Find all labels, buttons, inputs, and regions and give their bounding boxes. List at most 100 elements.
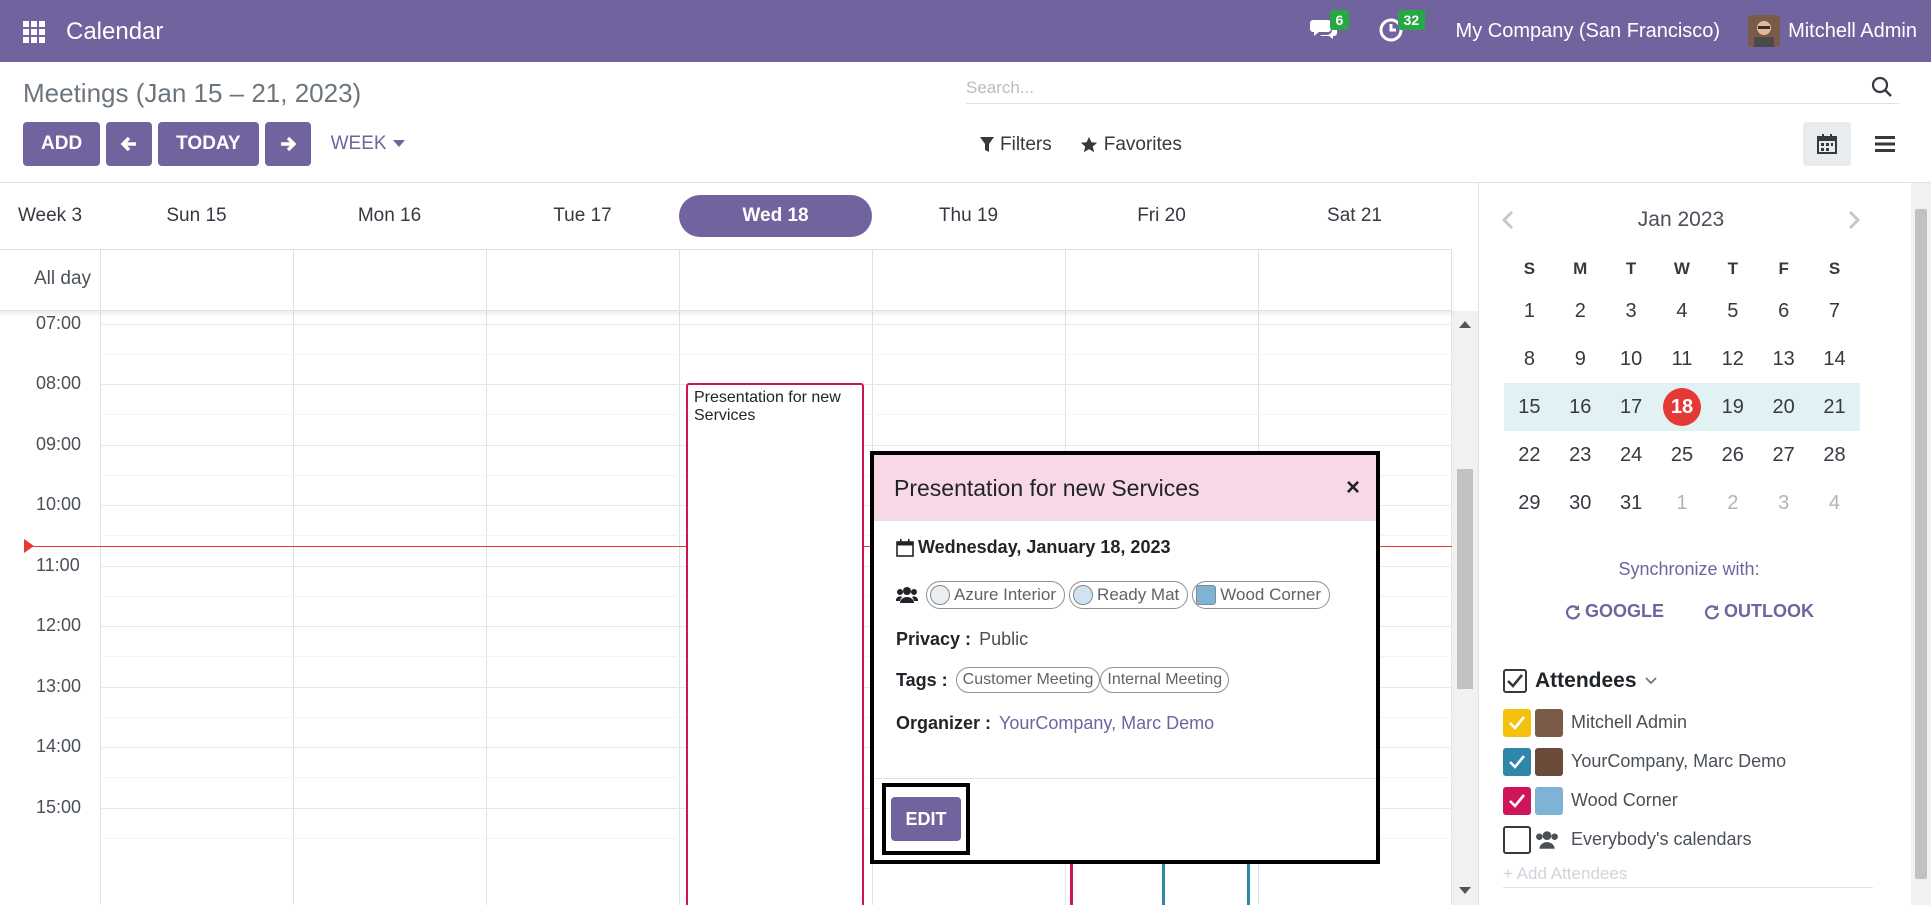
attendee-chip[interactable]: Azure Interior (926, 581, 1066, 609)
search-input[interactable] (966, 74, 1846, 102)
mini-calendar-day[interactable]: 14 (1809, 348, 1860, 371)
chevron-left-icon[interactable] (1501, 210, 1515, 230)
day-header-1: Mon 16 (357, 205, 422, 226)
mini-calendar-day[interactable]: 8 (1504, 348, 1555, 371)
mini-calendar-title: Jan 2023 (1637, 208, 1725, 231)
attendees-master-checkbox[interactable] (1503, 669, 1527, 693)
avatar (930, 585, 950, 605)
tag-chip[interactable]: Customer Meeting (955, 667, 1101, 693)
mini-calendar-day[interactable]: 25 (1657, 444, 1708, 467)
mini-calendar-day[interactable]: 18 (1657, 388, 1708, 426)
all-day-row[interactable]: All day (0, 249, 1452, 312)
weekday-label: S (1828, 259, 1841, 278)
mini-calendar-day[interactable]: 12 (1707, 348, 1758, 371)
mini-calendar-day[interactable]: 21 (1809, 396, 1860, 419)
filters-button[interactable]: Filters (980, 134, 1052, 156)
column-divider (679, 250, 680, 312)
attendee-filter-item[interactable]: Wood Corner (1503, 781, 1786, 820)
apps-grid-icon[interactable] (22, 20, 46, 44)
user-menu[interactable]: Mitchell Admin (1788, 20, 1917, 43)
mini-calendar-day[interactable]: 22 (1504, 444, 1555, 467)
mini-calendar-day[interactable]: 3 (1758, 492, 1809, 515)
caret-down-icon (392, 140, 405, 148)
mini-calendar-day[interactable]: 17 (1606, 396, 1657, 419)
calendar-view-button[interactable] (1803, 122, 1851, 166)
mini-calendar-day[interactable]: 24 (1606, 444, 1657, 467)
sidebar-scroll-thumb[interactable] (1915, 209, 1927, 879)
attendee-checkbox[interactable] (1503, 708, 1531, 737)
mini-calendar-day[interactable]: 31 (1606, 492, 1657, 515)
attendee-filter-item[interactable]: YourCompany, Marc Demo (1503, 742, 1786, 781)
attendee-checkbox[interactable] (1503, 747, 1531, 776)
mini-calendar-day[interactable]: 6 (1758, 300, 1809, 323)
today-button[interactable]: TODAY (158, 122, 259, 166)
scroll-thumb[interactable] (1457, 469, 1473, 689)
mini-calendar-day[interactable]: 2 (1555, 300, 1606, 323)
mini-calendar-day[interactable]: 7 (1809, 300, 1860, 323)
scroll-up-arrow-icon[interactable] (1459, 321, 1471, 328)
mini-calendar-day[interactable]: 9 (1555, 348, 1606, 371)
mini-calendar-day[interactable]: 30 (1555, 492, 1606, 515)
tags-label: Tags : (896, 669, 948, 690)
attendee-checkbox[interactable] (1503, 786, 1531, 815)
user-avatar[interactable] (1748, 15, 1781, 47)
mini-calendar-day[interactable]: 11 (1657, 348, 1708, 371)
previous-button[interactable] (106, 122, 153, 166)
attendee-filter-item[interactable]: Everybody's calendars (1503, 820, 1786, 859)
attendee-filter-item[interactable]: Mitchell Admin (1503, 703, 1786, 742)
mini-calendar-day[interactable]: 27 (1758, 444, 1809, 467)
next-button[interactable] (264, 122, 311, 166)
mini-calendar-day[interactable]: 29 (1504, 492, 1555, 515)
mini-calendar-day[interactable]: 4 (1809, 492, 1860, 515)
event-presentation[interactable]: Presentation for new Services (686, 383, 864, 905)
mini-calendar-day[interactable]: 26 (1707, 444, 1758, 467)
mini-calendar-day[interactable]: 19 (1707, 396, 1758, 419)
mini-calendar-day[interactable]: 13 (1758, 348, 1809, 371)
add-attendees-input[interactable]: + Add Attendees (1503, 864, 1873, 888)
mini-calendar-day[interactable]: 1 (1657, 492, 1708, 515)
mini-calendar-day[interactable]: 3 (1606, 300, 1657, 323)
list-view-button[interactable] (1861, 122, 1909, 166)
activities-button[interactable]: 32 (1378, 10, 1426, 46)
mini-calendar-day[interactable]: 28 (1809, 444, 1860, 467)
chevron-down-icon[interactable] (1644, 677, 1657, 685)
mini-calendar-day[interactable]: 1 (1504, 300, 1555, 323)
all-day-label: All day (34, 268, 92, 289)
tag-chip[interactable]: Internal Meeting (1100, 667, 1230, 693)
search-icon[interactable] (1871, 76, 1893, 98)
mini-calendar-day[interactable]: 10 (1606, 348, 1657, 371)
calendar-scrollbar[interactable] (1452, 311, 1478, 905)
hour-label: 15:00 (36, 796, 82, 817)
attendee-chip[interactable]: Wood Corner (1192, 581, 1331, 609)
favorites-button[interactable]: Favorites (1080, 134, 1182, 156)
mini-calendar-day[interactable]: 23 (1555, 444, 1606, 467)
add-button[interactable]: ADD (23, 122, 101, 166)
attendee-filter-name: YourCompany, Marc Demo (1571, 751, 1787, 771)
organizer-link[interactable]: YourCompany, Marc Demo (999, 713, 1214, 734)
attendee-chip[interactable]: Ready Mat (1069, 581, 1189, 609)
close-icon[interactable]: × (1346, 476, 1360, 500)
hour-line (100, 323, 1452, 325)
scroll-down-arrow-icon[interactable] (1459, 887, 1471, 894)
mini-calendar-day[interactable]: 5 (1707, 300, 1758, 323)
scale-dropdown[interactable]: WEEK (331, 133, 405, 155)
event-date-row: Wednesday, January 18, 2023 (896, 537, 1170, 558)
attendee-checkbox[interactable] (1503, 825, 1531, 854)
sidebar-scrollbar[interactable] (1911, 183, 1931, 905)
messages-button[interactable]: 6 (1309, 10, 1350, 46)
mini-calendar-day[interactable]: 16 (1555, 396, 1606, 419)
mini-calendar-day[interactable]: 15 (1504, 396, 1555, 419)
outlook-sync-button[interactable]: OUTLOOK (1704, 601, 1814, 622)
company-switcher[interactable]: My Company (San Francisco) (1456, 20, 1721, 43)
attendees-filter-header[interactable]: Attendees (1503, 669, 1657, 693)
chevron-right-icon[interactable] (1847, 210, 1861, 230)
edit-button[interactable]: EDIT (891, 797, 961, 841)
mini-calendar-day[interactable]: 20 (1758, 396, 1809, 419)
weekday-header-row: SMTWTFS (1504, 251, 1860, 287)
mini-calendar-day[interactable]: 4 (1657, 300, 1708, 323)
attendee-name: Azure Interior (954, 585, 1057, 604)
mini-calendar-day[interactable]: 2 (1707, 492, 1758, 515)
google-sync-label: GOOGLE (1585, 601, 1665, 621)
google-sync-button[interactable]: GOOGLE (1565, 601, 1664, 622)
column-divider (100, 311, 101, 905)
